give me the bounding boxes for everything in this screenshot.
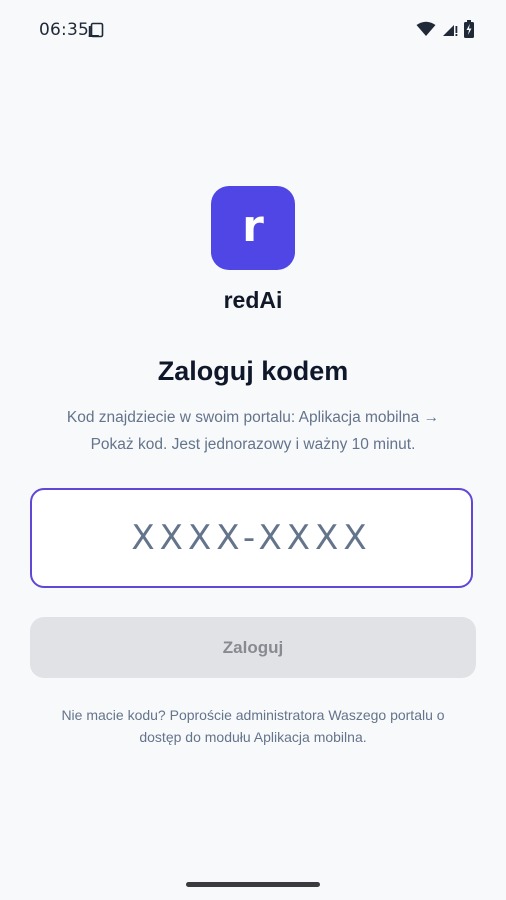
signal-icon: [442, 21, 458, 42]
app-name: redAi: [223, 287, 283, 313]
help-text: Nie macie kodu? Poproście administratora…: [30, 704, 476, 748]
page-title: Zaloguj kodem: [157, 356, 349, 386]
wifi-icon: [416, 21, 436, 42]
home-indicator[interactable]: [186, 882, 320, 887]
app-logo: r: [211, 186, 295, 270]
help-line-1: Nie macie kodu? Poproście administratora…: [61, 707, 445, 723]
status-bar: 06:35: [0, 0, 506, 60]
sim-card-icon: [88, 22, 104, 43]
help-line-2: dostęp do modułu Aplikacja mobilna.: [139, 729, 367, 745]
status-time: 06:35: [39, 20, 89, 40]
login-button[interactable]: Zaloguj: [30, 617, 476, 678]
code-field[interactable]: [30, 488, 473, 588]
code-input[interactable]: [32, 517, 471, 559]
instructions-line-2: Pokaż kod. Jest jednorazowy i ważny 10 m…: [90, 436, 416, 453]
battery-charging-icon: [464, 20, 474, 43]
app-logo-letter: r: [242, 200, 264, 252]
instructions-text: Kod znajdziecie w swoim portalu: Aplikac…: [30, 404, 476, 458]
instructions-line-1: Kod znajdziecie w swoim portalu: Aplikac…: [66, 409, 440, 426]
